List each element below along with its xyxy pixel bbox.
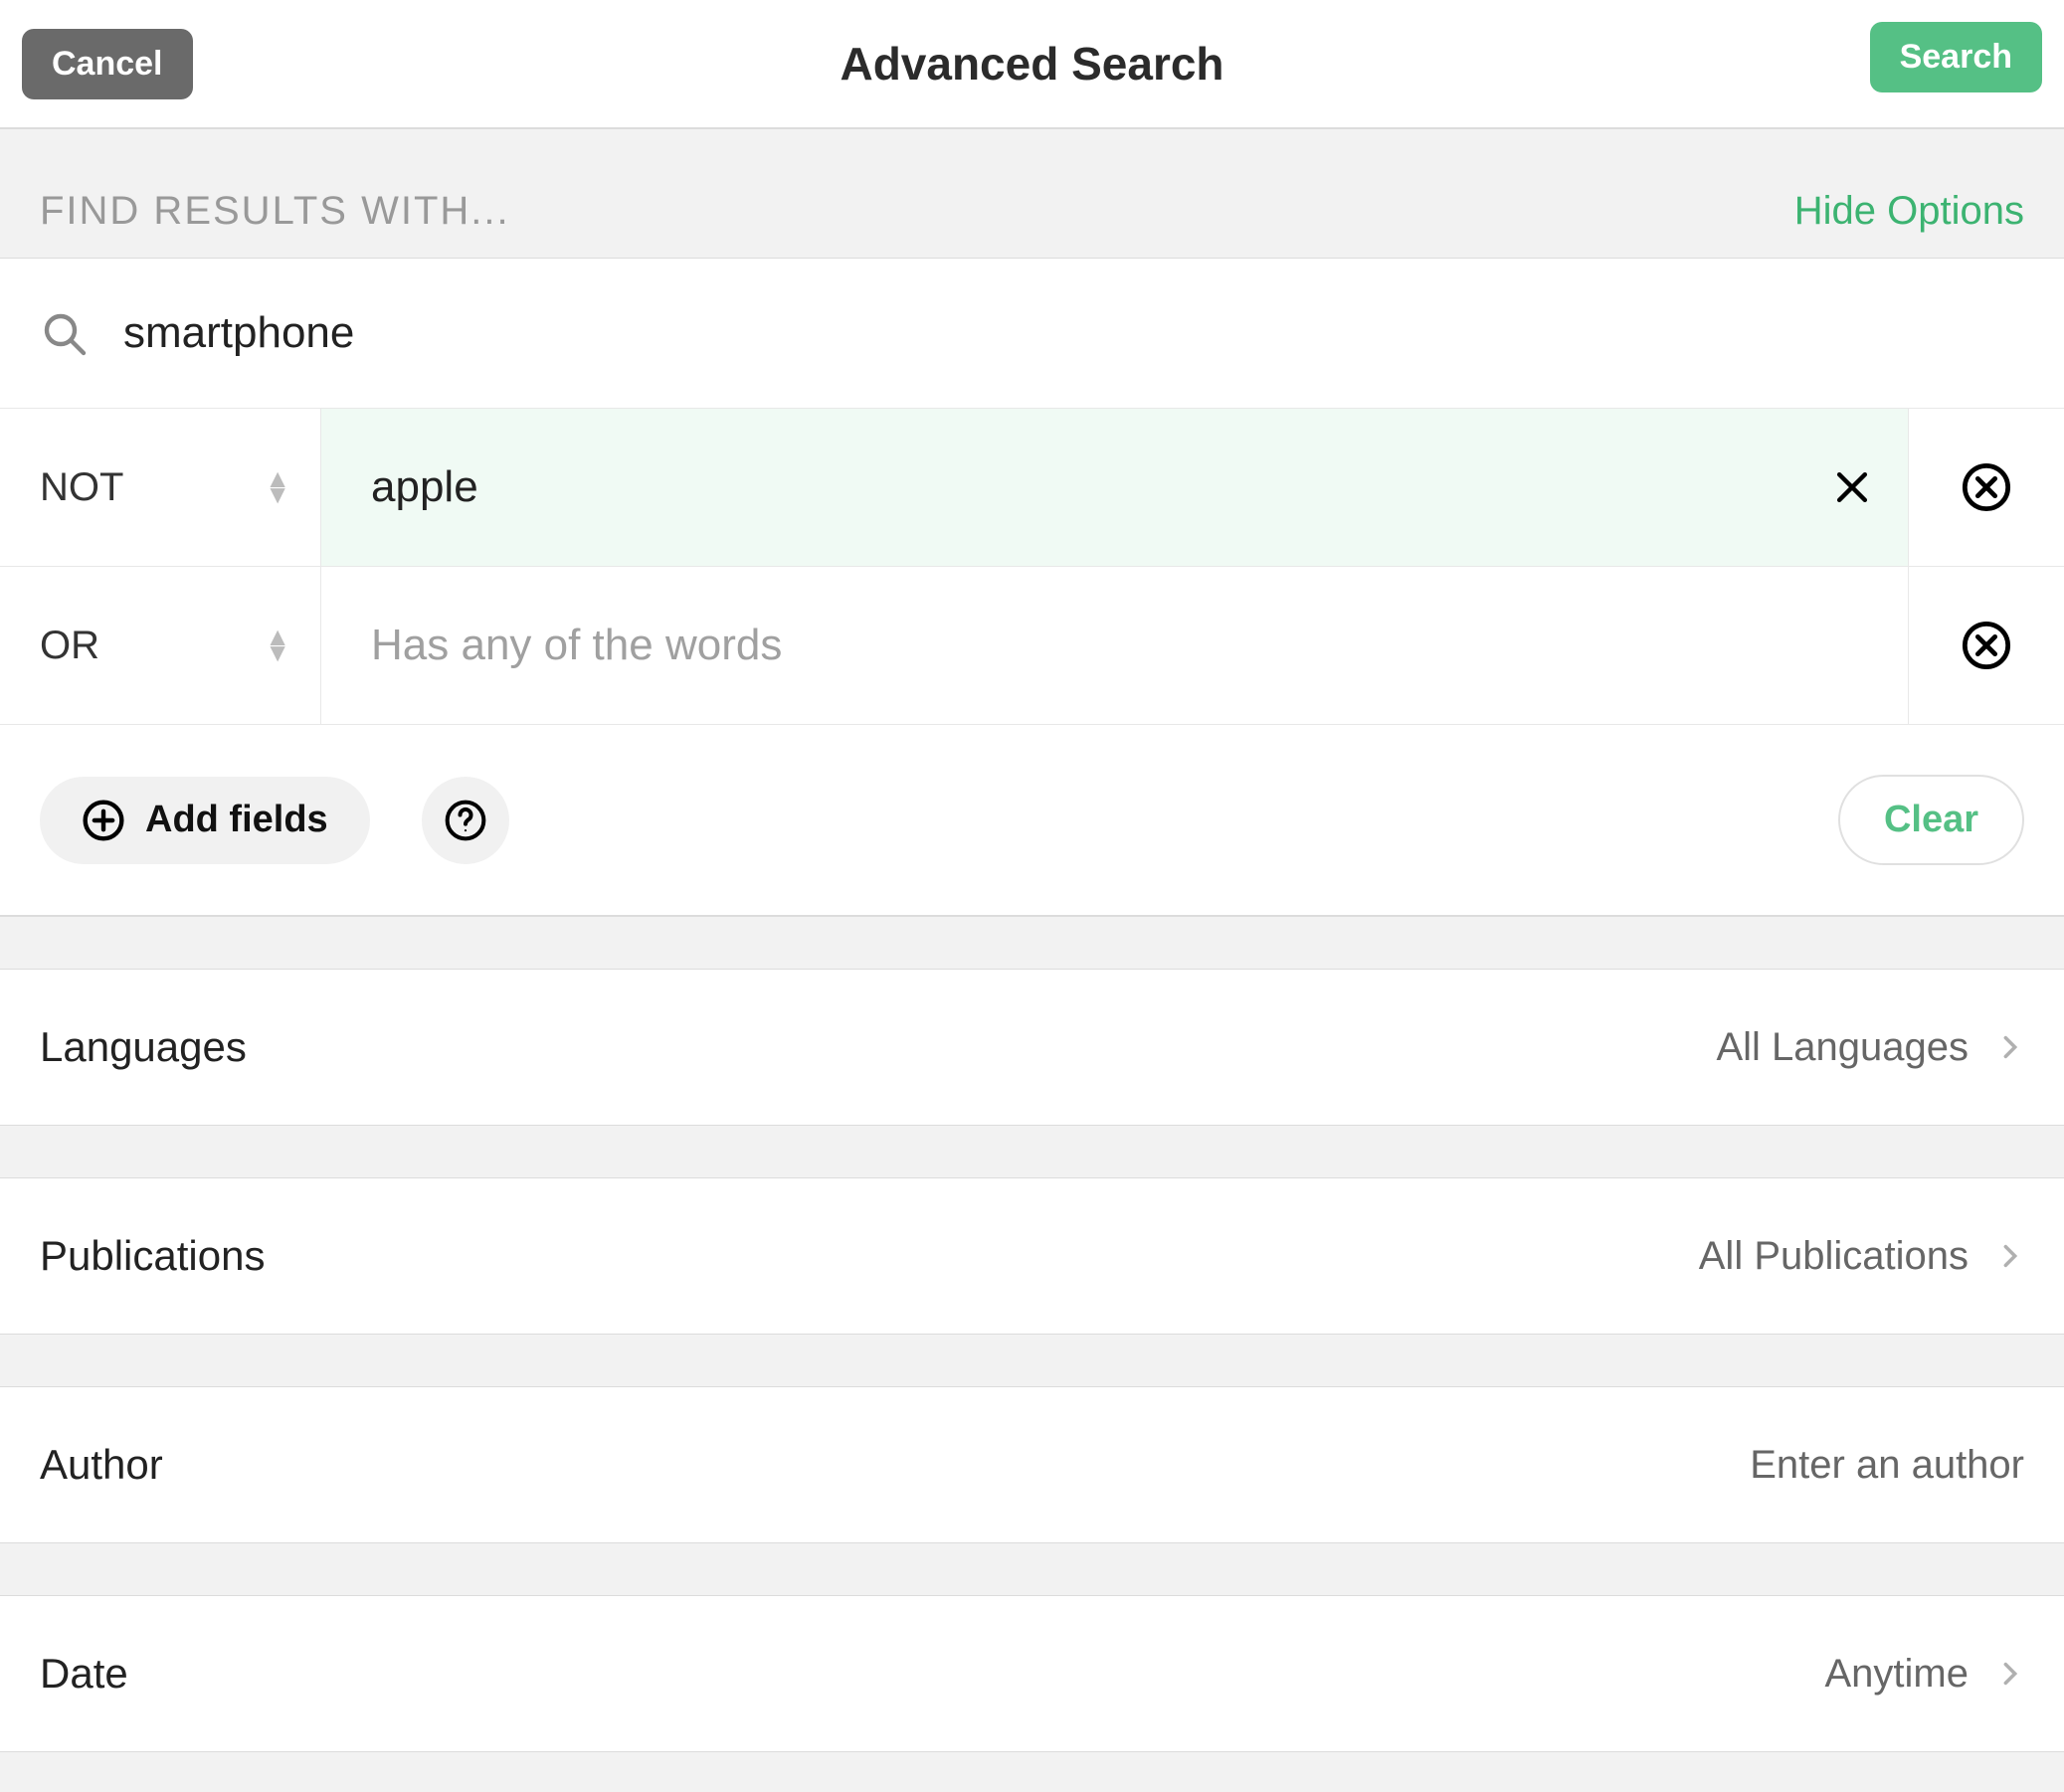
delete-condition-button[interactable] <box>1909 567 2064 724</box>
delete-condition-button[interactable] <box>1909 409 2064 566</box>
chevron-right-icon <box>1996 1242 2024 1270</box>
top-bar: Cancel Advanced Search Search <box>0 0 2064 129</box>
filter-label: Publications <box>40 1232 265 1280</box>
page-title: Advanced Search <box>0 37 2064 90</box>
section-divider <box>0 1542 2064 1596</box>
filter-row-languages[interactable]: Languages All Languages <box>0 970 2064 1125</box>
help-button[interactable] <box>422 777 509 864</box>
search-icon <box>40 309 88 357</box>
clear-input-icon[interactable] <box>1830 465 1874 509</box>
section-divider <box>0 1334 2064 1387</box>
section-divider <box>0 915 2064 970</box>
operator-stepper[interactable]: ▲ ▼ <box>265 629 290 660</box>
filter-label: Languages <box>40 1023 247 1071</box>
cancel-button[interactable]: Cancel <box>22 29 193 99</box>
operator-label: NOT <box>40 465 123 510</box>
add-fields-label: Add fields <box>145 799 328 841</box>
operator-select[interactable]: NOT ▲ ▼ <box>0 409 321 566</box>
filter-row-author[interactable]: Author Enter an author <box>0 1387 2064 1542</box>
filter-row-date[interactable]: Date Anytime <box>0 1596 2064 1751</box>
filter-value: Enter an author <box>1750 1443 2024 1488</box>
section-divider <box>0 1751 2064 1792</box>
hide-options-button[interactable]: Hide Options <box>1794 189 2024 234</box>
section-divider <box>0 1125 2064 1178</box>
chevron-down-icon[interactable]: ▼ <box>265 487 290 503</box>
help-icon <box>444 799 487 842</box>
find-results-label: Find Results With... <box>40 189 510 234</box>
condition-input-cell <box>321 409 1909 566</box>
plus-circle-icon <box>82 799 125 842</box>
condition-input-cell <box>321 567 1909 724</box>
search-button[interactable]: Search <box>1870 22 2042 92</box>
filter-value: All Languages <box>1716 1025 1969 1070</box>
clear-button[interactable]: Clear <box>1838 775 2024 865</box>
condition-input[interactable] <box>369 620 1874 671</box>
primary-query-row <box>0 259 2064 409</box>
condition-row: OR ▲ ▼ <box>0 567 2064 725</box>
primary-query-input[interactable] <box>121 307 2024 359</box>
chevron-right-icon <box>1996 1033 2024 1061</box>
chevron-right-icon <box>1996 1660 2024 1688</box>
operator-label: OR <box>40 624 99 668</box>
filter-value: Anytime <box>1825 1652 1970 1697</box>
filter-label: Author <box>40 1441 163 1489</box>
filter-value: All Publications <box>1699 1234 1969 1279</box>
filter-label: Date <box>40 1650 128 1698</box>
add-fields-button[interactable]: Add fields <box>40 777 370 864</box>
filter-row-publications[interactable]: Publications All Publications <box>0 1178 2064 1334</box>
operator-stepper[interactable]: ▲ ▼ <box>265 471 290 502</box>
find-results-section-header: Find Results With... Hide Options <box>0 129 2064 259</box>
condition-input[interactable] <box>369 461 1810 513</box>
operator-select[interactable]: OR ▲ ▼ <box>0 567 321 724</box>
condition-row: NOT ▲ ▼ <box>0 409 2064 567</box>
utility-row: Add fields Clear <box>0 725 2064 915</box>
chevron-down-icon[interactable]: ▼ <box>265 645 290 661</box>
